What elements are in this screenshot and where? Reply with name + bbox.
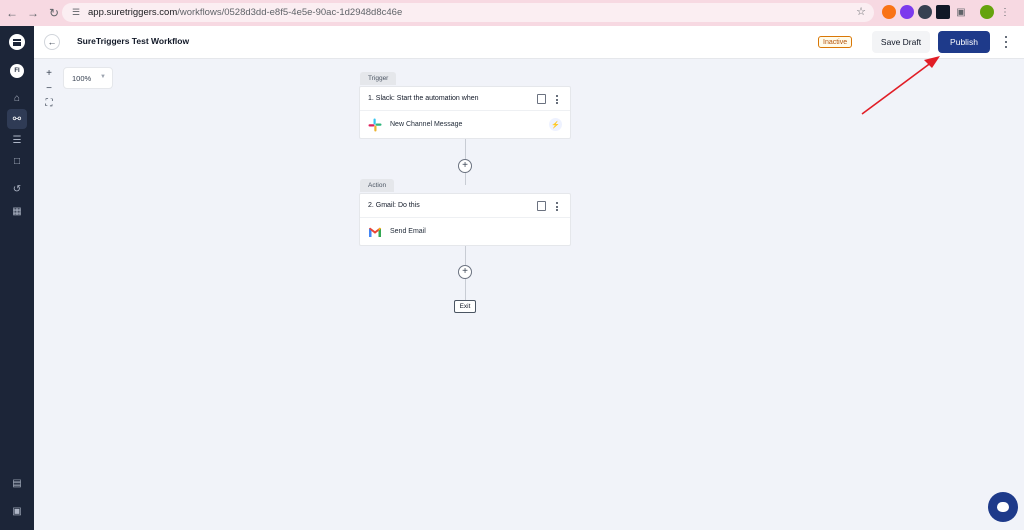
zoom-out-button[interactable]: − bbox=[42, 82, 56, 95]
home-icon[interactable]: ⌂ bbox=[7, 88, 27, 108]
action-node[interactable]: 2. Gmail: Do this Send Email bbox=[359, 193, 571, 246]
publish-button[interactable]: Publish bbox=[938, 31, 990, 53]
suretriggers-logo-icon[interactable] bbox=[9, 34, 25, 50]
browser-toolbar: ← → ↻ ☰ app.suretriggers.com/workflows/0… bbox=[0, 0, 1024, 26]
analytics-icon[interactable]: ▤ bbox=[7, 473, 27, 493]
fit-view-icon[interactable]: ⛶ bbox=[42, 97, 56, 110]
extension-icon[interactable] bbox=[918, 5, 932, 19]
extensions-row: ▣ ⋮ bbox=[882, 5, 1012, 19]
action-tag: Action bbox=[360, 179, 395, 192]
back-arrow-icon[interactable]: ← bbox=[3, 4, 21, 22]
trigger-node-body[interactable]: New Channel Message ⚡ bbox=[360, 111, 570, 138]
profile-avatar[interactable] bbox=[980, 5, 994, 19]
browser-menu-icon[interactable]: ⋮ bbox=[998, 5, 1012, 19]
layers-icon[interactable]: ☰ bbox=[7, 130, 27, 150]
slack-icon bbox=[368, 118, 382, 131]
action-node-header[interactable]: 2. Gmail: Do this bbox=[360, 194, 570, 218]
status-badge: Inactive bbox=[818, 36, 853, 48]
add-step-button[interactable]: + bbox=[458, 265, 472, 279]
trigger-action-label: New Channel Message bbox=[390, 121, 463, 128]
trigger-node-title: 1. Slack: Start the automation when bbox=[368, 95, 479, 102]
exit-node[interactable]: Exit bbox=[454, 300, 476, 313]
history-icon[interactable]: ↺ bbox=[7, 179, 27, 199]
app-sidebar: FI ⌂ ⚯ ☰ □ ↺ ▦ ▤ ▣ bbox=[0, 26, 34, 530]
gmail-icon bbox=[369, 227, 381, 237]
more-options-icon[interactable] bbox=[1002, 36, 1010, 48]
trigger-node-header[interactable]: 1. Slack: Start the automation when bbox=[360, 87, 570, 111]
node-menu-icon[interactable] bbox=[556, 95, 559, 104]
back-button[interactable]: ← bbox=[44, 34, 60, 50]
forward-arrow-icon[interactable]: → bbox=[24, 4, 42, 22]
zoom-in-button[interactable]: + bbox=[42, 67, 56, 80]
action-node-title: 2. Gmail: Do this bbox=[368, 202, 420, 209]
extension-icon[interactable] bbox=[882, 5, 896, 19]
user-avatar[interactable]: FI bbox=[10, 64, 24, 78]
page-title: SureTriggers Test Workflow bbox=[77, 36, 190, 46]
workflows-icon[interactable]: ⚯ bbox=[7, 109, 27, 129]
add-step-button[interactable]: + bbox=[458, 159, 472, 173]
edit-icon[interactable] bbox=[537, 94, 546, 104]
extension-icon[interactable] bbox=[900, 5, 914, 19]
chat-bubble-icon bbox=[997, 502, 1009, 512]
settings-box-icon[interactable]: ▣ bbox=[7, 501, 27, 521]
chevron-down-icon: ▼ bbox=[100, 74, 106, 80]
node-menu-icon[interactable] bbox=[556, 202, 559, 211]
address-bar[interactable]: ☰ app.suretriggers.com/workflows/0528d3d… bbox=[62, 3, 874, 22]
canvas-controls: + − ⛶ bbox=[42, 67, 56, 110]
bolt-icon[interactable]: ⚡ bbox=[549, 118, 562, 131]
site-settings-icon[interactable]: ☰ bbox=[70, 7, 82, 19]
edit-icon[interactable] bbox=[537, 201, 546, 211]
zoom-level: 100% bbox=[72, 73, 92, 83]
annotation-arrow-icon bbox=[861, 56, 940, 115]
extension-icon[interactable] bbox=[936, 5, 950, 19]
reload-icon[interactable]: ↻ bbox=[45, 4, 63, 22]
action-node-body[interactable]: Send Email bbox=[360, 218, 570, 245]
url-host: app.suretriggers.com bbox=[88, 7, 178, 18]
zoom-select[interactable]: 100% ▼ bbox=[63, 67, 113, 89]
trigger-tag: Trigger bbox=[360, 72, 397, 85]
apps-grid-icon[interactable]: ▦ bbox=[7, 201, 27, 221]
url-path: /workflows/0528d3dd-e8f5-4e5e-90ac-1d294… bbox=[177, 7, 403, 18]
puzzle-icon[interactable]: ▣ bbox=[954, 5, 968, 19]
bookmark-star-icon[interactable]: ☆ bbox=[856, 5, 866, 18]
save-draft-button[interactable]: Save Draft bbox=[872, 31, 930, 53]
chat-support-button[interactable] bbox=[988, 492, 1018, 522]
action-action-label: Send Email bbox=[390, 228, 426, 235]
folder-icon[interactable]: □ bbox=[7, 151, 27, 171]
trigger-node[interactable]: 1. Slack: Start the automation when New … bbox=[359, 86, 571, 139]
